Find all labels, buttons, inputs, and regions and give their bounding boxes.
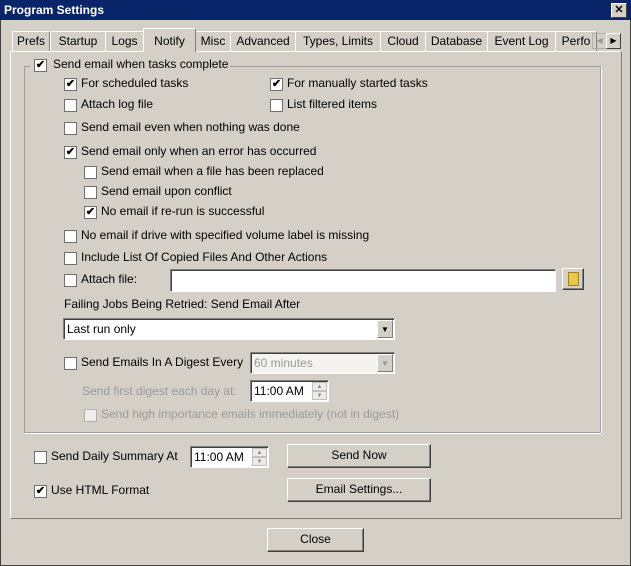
tab-event-log[interactable]: Event Log — [487, 31, 556, 51]
digest-checkbox[interactable] — [64, 357, 77, 370]
tab-logs[interactable]: Logs — [105, 31, 144, 51]
file-replaced-checkbox[interactable] — [84, 166, 97, 179]
tab-database[interactable]: Database — [425, 31, 488, 51]
rerun-checkbox[interactable]: ✔ — [84, 206, 97, 219]
first-digest-time-input[interactable]: 11:00 AM ▲ ▼ — [250, 380, 329, 402]
daily-summary-checkbox[interactable] — [34, 451, 47, 464]
html-format-label: Use HTML Format — [51, 483, 150, 497]
send-email-label: Send email when tasks complete — [51, 57, 231, 71]
scheduled-tasks-label: For scheduled tasks — [81, 76, 189, 90]
tab-cloud[interactable]: Cloud — [380, 31, 426, 51]
close-button[interactable]: Close — [267, 528, 364, 552]
retry-select[interactable]: Last run only ▼ — [63, 318, 395, 340]
manual-tasks-label: For manually started tasks — [287, 76, 428, 90]
daily-summary-label: Send Daily Summary At — [51, 449, 178, 463]
manual-tasks-checkbox[interactable]: ✔ — [270, 78, 283, 91]
chevron-down-icon: ▼ — [377, 354, 393, 372]
nothing-done-label: Send email even when nothing was done — [81, 120, 300, 134]
browse-folder-button[interactable] — [562, 268, 584, 290]
file-replaced-label: Send email when a file has been replaced — [101, 164, 324, 178]
tab-scroll-left-button[interactable]: ◀ — [592, 33, 607, 49]
send-now-button[interactable]: Send Now — [287, 444, 431, 468]
volume-missing-label: No email if drive with specified volume … — [81, 228, 370, 242]
title-bar: Program Settings ✕ — [0, 0, 631, 20]
attach-file-checkbox[interactable] — [64, 274, 77, 287]
time-spinner[interactable]: ▲ ▼ — [252, 448, 267, 466]
tab-scroll-right-button[interactable]: ▶ — [606, 33, 621, 49]
conflict-checkbox[interactable] — [84, 186, 97, 199]
html-format-checkbox[interactable]: ✔ — [34, 485, 47, 498]
attach-file-input[interactable] — [170, 269, 556, 292]
tab-types-limits[interactable]: Types, Limits — [295, 31, 381, 51]
tab-notify[interactable]: Notify — [143, 28, 196, 52]
rerun-label: No email if re-run is successful — [101, 204, 265, 218]
only-error-label: Send email only when an error has occurr… — [81, 144, 317, 158]
email-settings-button[interactable]: Email Settings... — [287, 478, 431, 502]
send-email-checkbox[interactable]: ✔ — [34, 59, 47, 72]
tab-startup[interactable]: Startup — [50, 31, 106, 51]
digest-interval-select[interactable]: 60 minutes ▼ — [250, 352, 395, 374]
window-title: Program Settings — [4, 3, 105, 17]
scheduled-tasks-checkbox[interactable]: ✔ — [64, 78, 77, 91]
list-filtered-label: List filtered items — [287, 97, 378, 111]
first-digest-label: Send first digest each day at: — [82, 384, 237, 398]
conflict-label: Send email upon conflict — [101, 184, 232, 198]
retry-label: Failing Jobs Being Retried: Send Email A… — [64, 297, 301, 311]
list-filtered-checkbox[interactable] — [270, 99, 283, 112]
folder-icon — [567, 272, 579, 286]
include-list-label: Include List Of Copied Files And Other A… — [81, 250, 328, 264]
volume-missing-checkbox[interactable] — [64, 230, 77, 243]
tab-misc[interactable]: Misc — [195, 31, 231, 51]
daily-summary-time-input[interactable]: 11:00 AM ▲ ▼ — [190, 446, 269, 468]
only-error-checkbox[interactable]: ✔ — [64, 146, 77, 159]
digest-label: Send Emails In A Digest Every — [81, 355, 244, 369]
tab-perfo[interactable]: Perfo — [555, 31, 597, 51]
high-importance-label: Send high importance emails immediately … — [101, 407, 400, 421]
attach-log-checkbox[interactable] — [64, 99, 77, 112]
tab-prefs[interactable]: Prefs — [12, 31, 50, 51]
high-importance-checkbox[interactable] — [84, 409, 97, 422]
include-list-checkbox[interactable] — [64, 252, 77, 265]
attach-log-label: Attach log file — [81, 97, 154, 111]
tab-advanced[interactable]: Advanced — [230, 31, 296, 51]
attach-file-label: Attach file: — [81, 272, 138, 286]
chevron-down-icon: ▼ — [377, 320, 393, 338]
nothing-done-checkbox[interactable] — [64, 122, 77, 135]
close-window-button[interactable]: ✕ — [611, 3, 627, 18]
time-spinner[interactable]: ▲ ▼ — [312, 382, 327, 400]
